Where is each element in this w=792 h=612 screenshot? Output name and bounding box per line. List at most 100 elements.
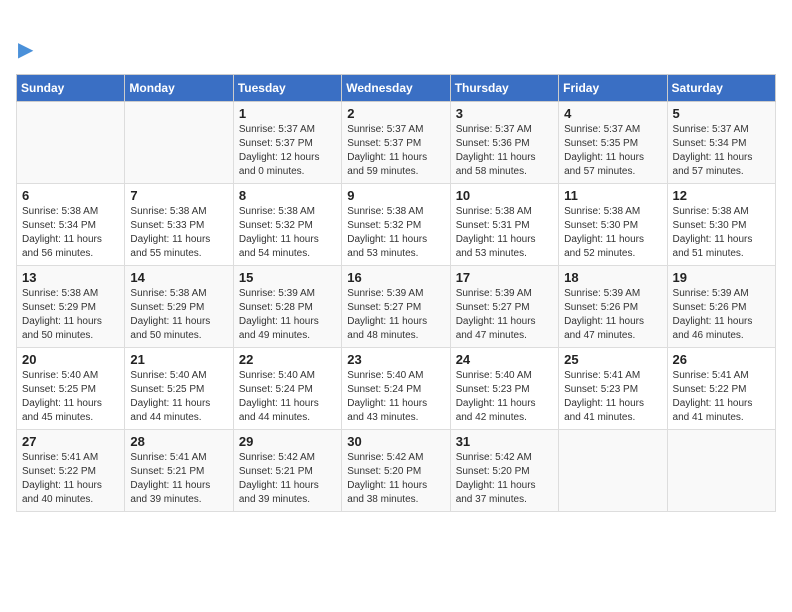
calendar-cell: 13Sunrise: 5:38 AMSunset: 5:29 PMDayligh… bbox=[17, 266, 125, 348]
day-number: 7 bbox=[130, 188, 227, 203]
daylight-text: Daylight: 11 hours and 58 minutes. bbox=[456, 152, 536, 177]
daylight-text: Daylight: 11 hours and 39 minutes. bbox=[239, 480, 319, 505]
day-number: 9 bbox=[347, 188, 444, 203]
sunrise-text: Sunrise: 5:40 AM bbox=[130, 370, 206, 381]
daylight-text: Daylight: 11 hours and 47 minutes. bbox=[456, 316, 536, 341]
sunrise-text: Sunrise: 5:39 AM bbox=[239, 288, 315, 299]
day-number: 21 bbox=[130, 352, 227, 367]
day-number: 30 bbox=[347, 434, 444, 449]
calendar-cell bbox=[17, 102, 125, 184]
sunset-text: Sunset: 5:20 PM bbox=[347, 466, 421, 477]
day-info: Sunrise: 5:42 AMSunset: 5:20 PMDaylight:… bbox=[456, 451, 553, 507]
sunset-text: Sunset: 5:36 PM bbox=[456, 138, 530, 149]
sunset-text: Sunset: 5:23 PM bbox=[564, 384, 638, 395]
weekday-header-friday: Friday bbox=[559, 75, 667, 102]
calendar-cell: 26Sunrise: 5:41 AMSunset: 5:22 PMDayligh… bbox=[667, 348, 775, 430]
sunrise-text: Sunrise: 5:38 AM bbox=[130, 206, 206, 217]
calendar-cell: 3 Sunrise: 5:37 AM Sunset: 5:36 PM Daylight… bbox=[450, 102, 558, 184]
calendar-cell: 5Sunrise: 5:37 AMSunset: 5:34 PMDaylight… bbox=[667, 102, 775, 184]
daylight-text: Daylight: 11 hours and 38 minutes. bbox=[347, 480, 427, 505]
weekday-header-thursday: Thursday bbox=[450, 75, 558, 102]
day-number: 26 bbox=[673, 352, 770, 367]
calendar-cell: 25Sunrise: 5:41 AMSunset: 5:23 PMDayligh… bbox=[559, 348, 667, 430]
daylight-text: Daylight: 11 hours and 54 minutes. bbox=[239, 234, 319, 259]
sunrise-text: Sunrise: 5:38 AM bbox=[22, 288, 98, 299]
day-info: Sunrise: 5:38 AMSunset: 5:34 PMDaylight:… bbox=[22, 205, 119, 261]
weekday-header-monday: Monday bbox=[125, 75, 233, 102]
calendar-cell: 20 Sunrise: 5:40 AMSunset: 5:25 PMDayligh… bbox=[17, 348, 125, 430]
day-number: 31 bbox=[456, 434, 553, 449]
day-info: Sunrise: 5:40 AMSunset: 5:25 PMDaylight:… bbox=[22, 369, 119, 425]
sunset-text: Sunset: 5:34 PM bbox=[22, 220, 96, 231]
daylight-text: Daylight: 11 hours and 45 minutes. bbox=[22, 398, 102, 423]
day-info: Sunrise: 5:39 AMSunset: 5:26 PMDaylight:… bbox=[673, 287, 770, 343]
calendar-cell: 29Sunrise: 5:42 AMSunset: 5:21 PMDayligh… bbox=[233, 430, 341, 512]
sunrise-text: Sunrise: 5:38 AM bbox=[130, 288, 206, 299]
sunset-text: Sunset: 5:29 PM bbox=[22, 302, 96, 313]
calendar-cell: 27Sunrise: 5:41 AMSunset: 5:22 PMDayligh… bbox=[17, 430, 125, 512]
sunset-text: Sunset: 5:22 PM bbox=[22, 466, 96, 477]
daylight-text: Daylight: 11 hours and 59 minutes. bbox=[347, 152, 427, 177]
logo-bird-icon: ▶ bbox=[18, 37, 33, 62]
day-info: Sunrise: 5:39 AMSunset: 5:26 PMDaylight:… bbox=[564, 287, 661, 343]
day-number: 20 bbox=[22, 352, 119, 367]
sunrise-text: Sunrise: 5:40 AM bbox=[456, 370, 532, 381]
day-number: 10 bbox=[456, 188, 553, 203]
day-number: 19 bbox=[673, 270, 770, 285]
week-row-1: 1Sunrise: 5:37 AMSunset: 5:37 PMDaylight… bbox=[17, 102, 776, 184]
daylight-text: Daylight: 11 hours and 52 minutes. bbox=[564, 234, 644, 259]
day-number: 27 bbox=[22, 434, 119, 449]
calendar-cell: 30Sunrise: 5:42 AMSunset: 5:20 PMDayligh… bbox=[342, 430, 450, 512]
sunset-text: Sunset: 5:37 PM bbox=[239, 138, 313, 149]
daylight-text: Daylight: 11 hours and 57 minutes. bbox=[564, 152, 644, 177]
calendar-cell: 17Sunrise: 5:39 AMSunset: 5:27 PMDayligh… bbox=[450, 266, 558, 348]
daylight-text: Daylight: 11 hours and 55 minutes. bbox=[130, 234, 210, 259]
calendar-cell: 9Sunrise: 5:38 AMSunset: 5:32 PMDaylight… bbox=[342, 184, 450, 266]
day-number: 4 bbox=[564, 106, 661, 121]
sunrise-text: Sunrise: 5:38 AM bbox=[673, 206, 749, 217]
daylight-text: Daylight: 11 hours and 43 minutes. bbox=[347, 398, 427, 423]
weekday-header-row: SundayMondayTuesdayWednesdayThursdayFrid… bbox=[17, 75, 776, 102]
sunset-text: Sunset: 5:33 PM bbox=[130, 220, 204, 231]
day-number: 3 bbox=[456, 106, 553, 121]
sunrise-text: Sunrise: 5:40 AM bbox=[239, 370, 315, 381]
sunset-text: Sunset: 5:24 PM bbox=[239, 384, 313, 395]
day-number: 29 bbox=[239, 434, 336, 449]
calendar-cell: 15Sunrise: 5:39 AMSunset: 5:28 PMDayligh… bbox=[233, 266, 341, 348]
calendar-cell: 19 Sunrise: 5:39 AMSunset: 5:26 PMDayligh… bbox=[667, 266, 775, 348]
calendar-cell: 16Sunrise: 5:39 AMSunset: 5:27 PMDayligh… bbox=[342, 266, 450, 348]
sunset-text: Sunset: 5:21 PM bbox=[130, 466, 204, 477]
calendar-cell: 2 Sunrise: 5:37 AMSunset: 5:37 PMDaylight… bbox=[342, 102, 450, 184]
day-info: Sunrise: 5:39 AMSunset: 5:27 PMDaylight:… bbox=[347, 287, 444, 343]
sunset-text: Sunset: 5:37 PM bbox=[347, 138, 421, 149]
calendar-cell: 7 Sunrise: 5:38 AM Sunset: 5:33 PM Daylight… bbox=[125, 184, 233, 266]
week-row-2: 6Sunrise: 5:38 AMSunset: 5:34 PMDaylight… bbox=[17, 184, 776, 266]
daylight-text: Daylight: 11 hours and 50 minutes. bbox=[22, 316, 102, 341]
day-info: Sunrise: 5:40 AMSunset: 5:24 PMDaylight:… bbox=[239, 369, 336, 425]
daylight-text: Daylight: 11 hours and 48 minutes. bbox=[347, 316, 427, 341]
sunset-text: Sunset: 5:29 PM bbox=[130, 302, 204, 313]
sunrise-text: Sunrise: 5:42 AM bbox=[239, 452, 315, 463]
daylight-text: Daylight: 12 hours and 0 minutes. bbox=[239, 152, 320, 177]
day-info: Sunrise: 5:41 AMSunset: 5:23 PMDaylight:… bbox=[564, 369, 661, 425]
sunrise-text: Sunrise: 5:38 AM bbox=[22, 206, 98, 217]
sunrise-text: Sunrise: 5:37 AM bbox=[239, 124, 315, 135]
calendar-cell: 12Sunrise: 5:38 AMSunset: 5:30 PMDayligh… bbox=[667, 184, 775, 266]
sunset-text: Sunset: 5:30 PM bbox=[564, 220, 638, 231]
day-number: 2 bbox=[347, 106, 444, 121]
daylight-text: Daylight: 11 hours and 39 minutes. bbox=[130, 480, 210, 505]
daylight-text: Daylight: 11 hours and 53 minutes. bbox=[456, 234, 536, 259]
day-info: Sunrise: 5:37 AMSunset: 5:35 PMDaylight:… bbox=[564, 123, 661, 179]
daylight-text: Daylight: 11 hours and 41 minutes. bbox=[564, 398, 644, 423]
weekday-header-saturday: Saturday bbox=[667, 75, 775, 102]
calendar-cell: 24Sunrise: 5:40 AMSunset: 5:23 PMDayligh… bbox=[450, 348, 558, 430]
day-info: Sunrise: 5:38 AMSunset: 5:32 PMDaylight:… bbox=[239, 205, 336, 261]
day-info: Sunrise: 5:37 AMSunset: 5:37 PMDaylight:… bbox=[347, 123, 444, 179]
sunrise-text: Sunrise: 5:39 AM bbox=[347, 288, 423, 299]
calendar-cell: 10Sunrise: 5:38 AMSunset: 5:31 PMDayligh… bbox=[450, 184, 558, 266]
day-number: 5 bbox=[673, 106, 770, 121]
sunrise-text: Sunrise: 5:37 AM bbox=[456, 124, 532, 135]
sunrise-text: Sunrise: 5:37 AM bbox=[673, 124, 749, 135]
daylight-text: Daylight: 11 hours and 57 minutes. bbox=[673, 152, 753, 177]
sunset-text: Sunset: 5:35 PM bbox=[564, 138, 638, 149]
